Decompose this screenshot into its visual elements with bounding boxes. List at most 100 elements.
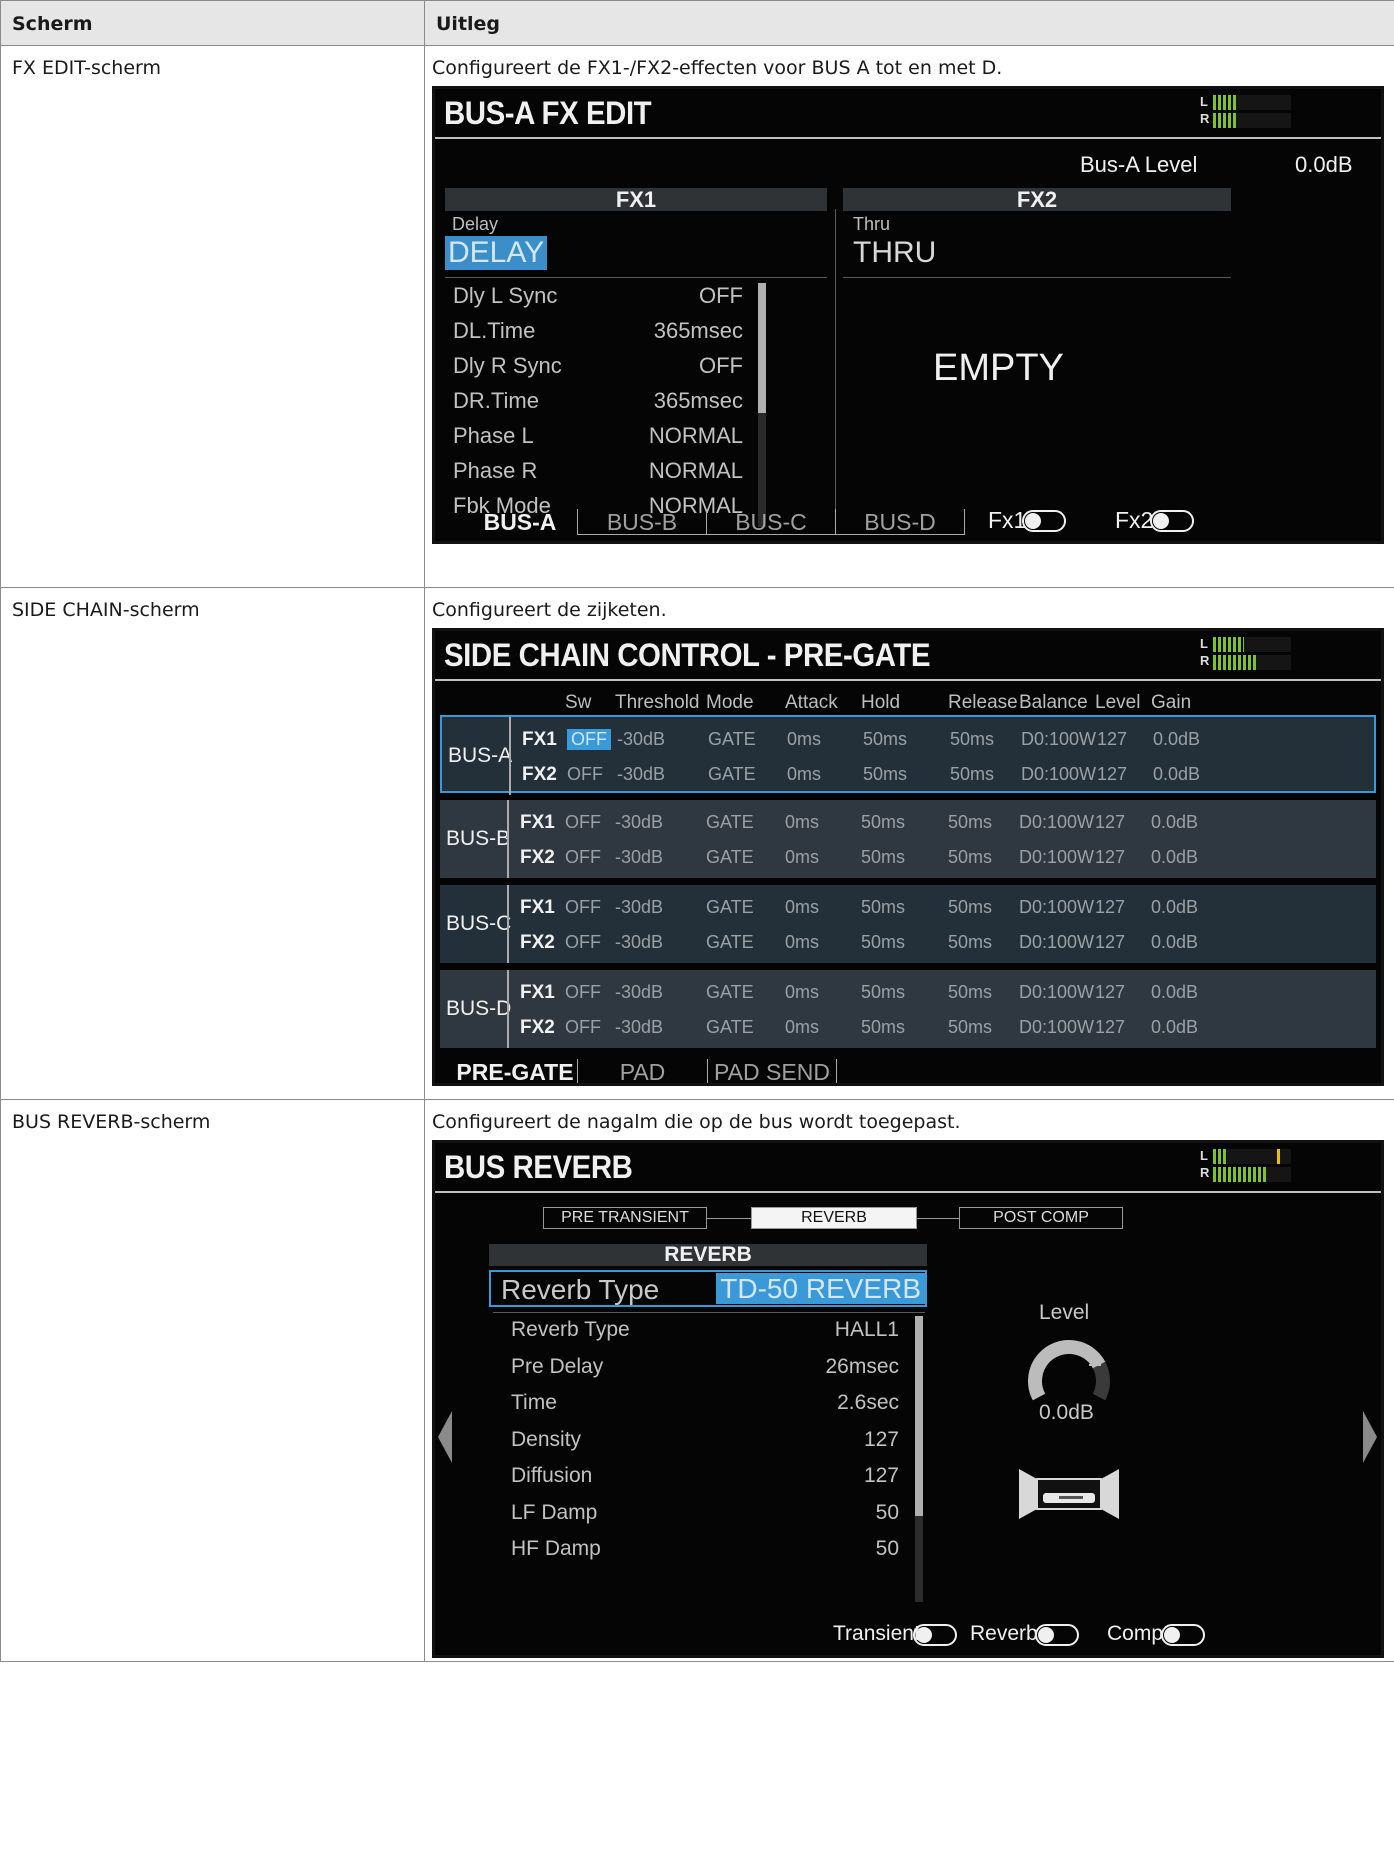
side-chain-cell[interactable]: 50ms <box>948 897 992 918</box>
fx1-param-row[interactable]: DL.Time 365msec <box>453 318 743 353</box>
side-chain-cell[interactable]: 127 <box>1095 982 1125 1003</box>
side-chain-cell[interactable]: GATE <box>708 729 756 750</box>
side-chain-cell[interactable]: 50ms <box>950 729 994 750</box>
side-chain-cell[interactable]: 0.0dB <box>1151 932 1198 953</box>
side-chain-cell[interactable]: GATE <box>708 764 756 785</box>
reverb-param-row[interactable]: LF Damp 50 <box>511 1501 899 1537</box>
side-chain-cell[interactable]: GATE <box>706 932 754 953</box>
fx2-toggle[interactable] <box>1150 510 1194 532</box>
side-chain-cell[interactable]: 127 <box>1097 729 1127 750</box>
side-chain-cell[interactable]: 50ms <box>861 932 905 953</box>
side-chain-cell[interactable]: 0ms <box>785 897 819 918</box>
side-chain-cell[interactable]: 0.0dB <box>1151 812 1198 833</box>
side-chain-cell[interactable]: 0ms <box>787 729 821 750</box>
fx1-toggle[interactable] <box>1022 510 1066 532</box>
param-value[interactable]: 50 <box>876 1501 899 1525</box>
param-value[interactable]: 365msec <box>654 388 743 414</box>
fx1-param-row[interactable]: Phase L NORMAL <box>453 423 743 458</box>
step-pre-transient[interactable]: PRE TRANSIENT <box>543 1207 707 1229</box>
param-value[interactable]: 26msec <box>825 1355 899 1379</box>
reverb-param-row[interactable]: Diffusion 127 <box>511 1464 899 1500</box>
param-value[interactable]: HALL1 <box>835 1318 899 1342</box>
side-chain-cell[interactable]: 127 <box>1095 932 1125 953</box>
step-post-comp[interactable]: POST COMP <box>959 1207 1123 1229</box>
next-page-arrow-icon[interactable] <box>1363 1411 1377 1463</box>
param-value[interactable]: 50 <box>876 1537 899 1561</box>
transient-toggle[interactable] <box>913 1624 957 1646</box>
side-chain-cell[interactable]: D0:100W <box>1019 982 1094 1003</box>
param-value[interactable]: 365msec <box>654 318 743 344</box>
tab-bus-a[interactable]: BUS-A <box>465 509 575 535</box>
fx1-param-row[interactable]: Dly L Sync OFF <box>453 283 743 318</box>
side-chain-cell[interactable]: 50ms <box>948 812 992 833</box>
side-chain-cell[interactable]: 50ms <box>861 982 905 1003</box>
param-value[interactable]: 2.6sec <box>837 1391 899 1415</box>
param-value[interactable]: OFF <box>699 283 743 309</box>
side-chain-cell[interactable]: 0.0dB <box>1153 729 1200 750</box>
fx1-scrollbar[interactable] <box>758 283 766 527</box>
side-chain-cell[interactable]: 0.0dB <box>1151 847 1198 868</box>
side-chain-cell[interactable]: 0ms <box>785 932 819 953</box>
side-chain-cell[interactable]: OFF <box>565 847 601 868</box>
side-chain-cell[interactable]: D0:100W <box>1021 764 1096 785</box>
side-chain-cell[interactable]: 127 <box>1095 1017 1125 1038</box>
side-chain-cell[interactable]: D0:100W <box>1021 729 1096 750</box>
fx2-type[interactable]: THRU <box>853 236 936 270</box>
side-chain-cell[interactable]: -30dB <box>617 729 665 750</box>
side-chain-cell[interactable]: GATE <box>706 982 754 1003</box>
tab-pad-send[interactable]: PAD SEND <box>707 1059 837 1083</box>
side-chain-cell[interactable]: -30dB <box>617 764 665 785</box>
side-chain-cell[interactable]: OFF <box>565 897 601 918</box>
side-chain-cell[interactable]: 50ms <box>948 847 992 868</box>
tab-bus-b[interactable]: BUS-B <box>577 509 706 535</box>
side-chain-cell[interactable]: 50ms <box>861 812 905 833</box>
side-chain-cell[interactable]: 0.0dB <box>1151 1017 1198 1038</box>
side-chain-cell[interactable]: 50ms <box>948 982 992 1003</box>
side-chain-cell[interactable]: 0.0dB <box>1153 764 1200 785</box>
side-chain-cell[interactable]: -30dB <box>615 1017 663 1038</box>
tab-pad-assign[interactable]: PAD ASSIGN <box>577 1059 707 1083</box>
side-chain-cell[interactable]: 127 <box>1095 897 1125 918</box>
fx1-param-row[interactable]: Phase R NORMAL <box>453 458 743 493</box>
bus-level-value[interactable]: 0.0dB <box>1295 152 1353 178</box>
reverb-param-row[interactable]: Pre Delay 26msec <box>511 1355 899 1391</box>
side-chain-cell[interactable]: D0:100W <box>1019 847 1094 868</box>
side-chain-cell[interactable]: 0ms <box>785 812 819 833</box>
reverb-param-row[interactable]: Time 2.6sec <box>511 1391 899 1427</box>
side-chain-cell[interactable]: GATE <box>706 897 754 918</box>
param-value[interactable]: 127 <box>864 1464 899 1488</box>
side-chain-cell[interactable]: 50ms <box>861 897 905 918</box>
side-chain-cell[interactable]: 50ms <box>948 932 992 953</box>
param-value[interactable]: NORMAL <box>649 458 743 484</box>
side-chain-cell[interactable]: 50ms <box>948 1017 992 1038</box>
side-chain-cell[interactable]: -30dB <box>615 932 663 953</box>
side-chain-cell[interactable]: 0ms <box>785 982 819 1003</box>
side-chain-cell[interactable]: 0ms <box>785 847 819 868</box>
reverb-param-row[interactable]: HF Damp 50 <box>511 1537 899 1573</box>
side-chain-cell[interactable]: D0:100W <box>1019 932 1094 953</box>
side-chain-cell[interactable]: OFF <box>567 764 603 785</box>
side-chain-cell[interactable]: 127 <box>1095 812 1125 833</box>
side-chain-cell[interactable]: 50ms <box>863 729 907 750</box>
side-chain-cell[interactable]: 50ms <box>863 764 907 785</box>
side-chain-cell[interactable]: -30dB <box>615 897 663 918</box>
side-chain-cell[interactable]: -30dB <box>615 847 663 868</box>
side-chain-cell[interactable]: 50ms <box>861 847 905 868</box>
param-value[interactable]: 127 <box>864 1428 899 1452</box>
tab-bus-c[interactable]: BUS-C <box>706 509 835 535</box>
side-chain-cell[interactable]: OFF <box>565 1017 601 1038</box>
reverb-param-row[interactable]: Density 127 <box>511 1428 899 1464</box>
fx1-param-row[interactable]: DR.Time 365msec <box>453 388 743 423</box>
side-chain-cell[interactable]: D0:100W <box>1019 812 1094 833</box>
side-chain-cell[interactable]: 50ms <box>861 1017 905 1038</box>
reverb-param-row[interactable]: Reverb Type HALL1 <box>511 1318 899 1354</box>
param-value[interactable]: OFF <box>699 353 743 379</box>
side-chain-cell[interactable]: D0:100W <box>1019 1017 1094 1038</box>
previous-page-arrow-icon[interactable] <box>438 1411 452 1463</box>
side-chain-cell[interactable]: 50ms <box>950 764 994 785</box>
tab-bus-d[interactable]: BUS-D <box>835 509 965 535</box>
tab-pre-gate[interactable]: PRE-GATE <box>455 1059 575 1083</box>
reverb-type-selector[interactable]: Reverb Type TD-50 REVERB <box>489 1270 927 1307</box>
reverb-scrollbar[interactable] <box>915 1316 923 1602</box>
side-chain-cell[interactable]: -30dB <box>615 982 663 1003</box>
